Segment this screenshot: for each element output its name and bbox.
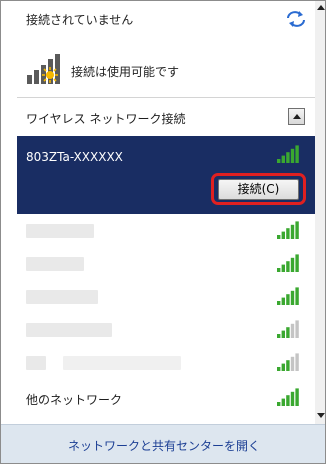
signal-bar: [286, 327, 290, 338]
signal-bar: [281, 363, 285, 371]
refresh-icon[interactable]: [284, 9, 308, 29]
wireless-section-header[interactable]: ワイヤレス ネットワーク接続: [1, 101, 315, 131]
signal-bar: [295, 287, 299, 305]
signal-bar: [295, 221, 299, 239]
network-list-item[interactable]: [17, 214, 315, 247]
network-sharing-center-link[interactable]: ネットワークと共有センターを開く: [1, 437, 325, 454]
signal-bar: [295, 388, 299, 406]
signal-bar: [281, 398, 285, 406]
signal-bar: [290, 323, 295, 338]
signal-bar: [290, 356, 295, 371]
signal-strength-icon: [277, 320, 299, 338]
signal-bar: [286, 228, 290, 239]
connections-available-row: 接続は使用可能です: [1, 41, 315, 91]
signal-bar: [281, 231, 285, 239]
signal-bar: [286, 395, 290, 406]
signal-bar: [281, 264, 285, 272]
signal-strength-icon: [277, 287, 299, 305]
signal-strength-icon: [277, 353, 299, 371]
network-name-redacted: [26, 224, 94, 238]
selected-network-name: 803ZTa-XXXXXX: [26, 150, 123, 164]
signal-bar: [286, 360, 290, 371]
signal-strength-icon: [277, 145, 299, 163]
signal-strength-icon: [277, 254, 299, 272]
network-list-item[interactable]: [17, 346, 315, 379]
network-name-redacted: [26, 290, 98, 304]
selected-network-item[interactable]: 803ZTa-XXXXXX 接続(C): [17, 136, 315, 214]
signal-bar: [277, 301, 281, 305]
wireless-section-title: ワイヤレス ネットワーク接続: [26, 112, 186, 126]
vertical-scrollbar[interactable]: [315, 1, 325, 424]
other-network-label: 他のネットワーク: [26, 393, 123, 407]
network-list-item[interactable]: [17, 313, 315, 346]
signal-bar: [277, 268, 281, 272]
network-list-item[interactable]: [17, 247, 315, 280]
wireless-network-panel: 接続されていません 接続は使用可能です ワイヤレス ネットワーク接続 803ZT…: [0, 0, 326, 464]
signal-bar: [281, 155, 285, 163]
signal-bar: [277, 235, 281, 239]
connection-status-text: 接続されていません: [26, 13, 134, 27]
signal-bar: [277, 367, 281, 371]
signal-bar: [290, 224, 295, 239]
signal-bar: [295, 320, 299, 338]
footer-bar: ネットワークと共有センターを開く: [1, 424, 325, 463]
signal-bar: [290, 290, 295, 305]
signal-bar: [295, 145, 299, 163]
network-name-redacted: [26, 356, 46, 370]
divider: [17, 97, 315, 98]
signal-bar: [286, 152, 290, 163]
network-name-redacted: [26, 323, 112, 337]
signal-bar: [286, 294, 290, 305]
signal-bar: [290, 257, 295, 272]
other-network-item[interactable]: 他のネットワーク: [17, 381, 315, 414]
signal-strength-icon: [277, 221, 299, 239]
network-list-item[interactable]: [17, 280, 315, 313]
collapse-section-button[interactable]: [288, 108, 305, 125]
signal-bar: [286, 261, 290, 272]
signal-bar: [277, 159, 281, 163]
signal-bar: [281, 330, 285, 338]
signal-bar: [295, 254, 299, 272]
network-available-icon: [27, 54, 60, 84]
scroll-up-arrow-icon[interactable]: [315, 1, 325, 13]
signal-bar: [290, 148, 295, 163]
connect-button[interactable]: 接続(C): [218, 179, 299, 200]
network-name-redacted: [26, 257, 84, 271]
signal-bar: [295, 353, 299, 371]
connection-status-row: 接続されていません: [1, 1, 315, 41]
network-name-redacted: [63, 356, 181, 370]
signal-bar: [277, 402, 281, 406]
signal-bar: [281, 297, 285, 305]
signal-bar: [290, 391, 295, 406]
signal-bar: [277, 334, 281, 338]
connections-available-text: 接続は使用可能です: [71, 65, 180, 79]
scroll-down-arrow-icon[interactable]: [315, 409, 325, 421]
signal-strength-icon: [277, 388, 299, 406]
